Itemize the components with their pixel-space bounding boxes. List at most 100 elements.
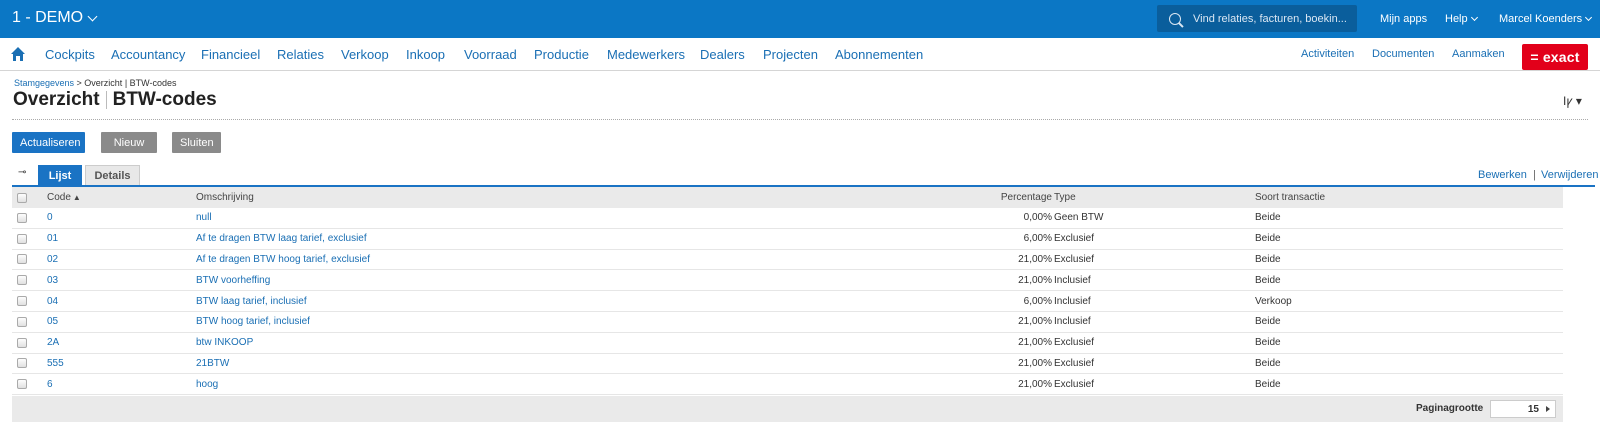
- code-cell[interactable]: 04: [47, 291, 58, 311]
- code-cell[interactable]: 555: [47, 354, 64, 374]
- close-button[interactable]: Sluiten: [172, 132, 221, 153]
- documents-link[interactable]: Documenten: [1372, 48, 1434, 60]
- description-cell[interactable]: BTW hoog tarief, inclusief: [196, 312, 310, 332]
- exact-logo: = exact: [1522, 44, 1588, 70]
- menu-item-medewerkers[interactable]: Medewerkers: [607, 47, 685, 62]
- user-name: Marcel Koenders: [1499, 13, 1583, 25]
- page-size-value: 15: [1527, 403, 1539, 415]
- tab-list[interactable]: Lijst: [38, 165, 82, 186]
- row-checkbox[interactable]: [17, 250, 27, 270]
- transaction-cell: Beide: [1255, 316, 1281, 328]
- description-cell[interactable]: BTW laag tarief, inclusief: [196, 291, 307, 311]
- create-link[interactable]: Aanmaken: [1452, 48, 1505, 60]
- sort-ascending-icon: ▲: [72, 193, 81, 202]
- page-size-selector[interactable]: 15: [1490, 400, 1556, 418]
- title-divider: [105, 91, 107, 109]
- action-separator: |: [1533, 169, 1536, 181]
- row-checkbox[interactable]: [17, 291, 27, 311]
- edit-link[interactable]: Bewerken: [1478, 169, 1527, 181]
- table-row: 02 Af te dragen BTW hoog tarief, exclusi…: [12, 250, 1563, 271]
- menu-item-productie[interactable]: Productie: [534, 47, 589, 62]
- menu-item-accountancy[interactable]: Accountancy: [111, 47, 185, 62]
- transaction-cell: Beide: [1255, 233, 1281, 245]
- breadcrumb-current: > Overzicht | BTW-codes: [74, 78, 177, 88]
- table-row: 0 null 0,00% Geen BTW Beide: [12, 208, 1563, 229]
- menu-item-relaties[interactable]: Relaties: [277, 47, 324, 62]
- description-cell[interactable]: BTW voorheffing: [196, 270, 270, 290]
- description-cell[interactable]: 21BTW: [196, 354, 229, 374]
- table-row: 01 Af te dragen BTW laag tarief, exclusi…: [12, 229, 1563, 250]
- row-checkbox[interactable]: [17, 374, 27, 394]
- header-divider: [12, 119, 1588, 120]
- chevron-down-icon: [1585, 13, 1593, 22]
- table-row: 05 BTW hoog tarief, inclusief 21,00% Inc…: [12, 312, 1563, 333]
- column-header-transaction[interactable]: Soort transactie: [1255, 187, 1325, 208]
- percentage-cell: 21,00%: [1018, 337, 1052, 349]
- code-cell[interactable]: 05: [47, 312, 58, 332]
- menu-item-voorraad[interactable]: Voorraad: [464, 47, 517, 62]
- table-header-row: Code ▲ Omschrijving Percentage Type Soort…: [12, 187, 1563, 208]
- type-cell: Inclusief: [1054, 316, 1091, 328]
- menu-item-financieel[interactable]: Financieel: [201, 47, 260, 62]
- table-row: 04 BTW laag tarief, inclusief 6,00% Incl…: [12, 291, 1563, 312]
- code-cell[interactable]: 2A: [47, 333, 59, 353]
- menu-item-dealers[interactable]: Dealers: [700, 47, 745, 62]
- percentage-cell: 21,00%: [1018, 357, 1052, 369]
- tab-details[interactable]: Details: [85, 165, 140, 186]
- search-icon: [1169, 12, 1181, 25]
- menu-item-projecten[interactable]: Projecten: [763, 47, 818, 62]
- row-checkbox[interactable]: [17, 270, 27, 290]
- code-cell[interactable]: 0: [47, 208, 53, 228]
- description-cell[interactable]: hoog: [196, 374, 218, 394]
- chevron-down-icon: [87, 11, 98, 21]
- percentage-cell: 21,00%: [1018, 253, 1052, 265]
- row-checkbox[interactable]: [17, 229, 27, 249]
- menu-item-cockpits[interactable]: Cockpits: [45, 47, 95, 62]
- description-cell[interactable]: Af te dragen BTW laag tarief, exclusief: [196, 229, 367, 249]
- company-name: 1 - DEMO: [12, 9, 84, 26]
- menu-item-inkoop[interactable]: Inkoop: [406, 47, 445, 62]
- code-header-label: Code: [47, 192, 71, 203]
- breadcrumb-link[interactable]: Stamgegevens: [14, 78, 74, 88]
- sort-tools-icon[interactable]: Iꝩ ▾: [1563, 92, 1582, 109]
- menu-item-abonnementen[interactable]: Abonnementen: [835, 47, 923, 62]
- my-apps-label: Mijn apps: [1380, 13, 1428, 25]
- row-checkbox[interactable]: [17, 208, 27, 228]
- column-header-code[interactable]: Code ▲: [47, 187, 81, 208]
- activities-link[interactable]: Activiteiten: [1301, 48, 1354, 60]
- code-cell[interactable]: 03: [47, 270, 58, 290]
- refresh-button[interactable]: Actualiseren: [12, 132, 85, 153]
- select-all-checkbox[interactable]: [17, 187, 27, 208]
- code-cell[interactable]: 6: [47, 374, 53, 394]
- row-checkbox[interactable]: [17, 333, 27, 353]
- transaction-cell: Beide: [1255, 212, 1281, 224]
- company-selector[interactable]: 1 - DEMO: [12, 9, 98, 27]
- table-row: 555 21BTW 21,00% Exclusief Beide: [12, 354, 1563, 375]
- transaction-cell: Verkoop: [1255, 295, 1292, 307]
- home-icon[interactable]: [10, 46, 26, 62]
- help-menu[interactable]: Help: [1445, 13, 1478, 25]
- search-input[interactable]: [1193, 12, 1353, 25]
- description-cell[interactable]: null: [196, 208, 212, 228]
- column-header-type[interactable]: Type: [1054, 187, 1076, 208]
- description-cell[interactable]: btw INKOOP: [196, 333, 253, 353]
- column-header-description[interactable]: Omschrijving: [196, 187, 254, 208]
- type-cell: Geen BTW: [1054, 212, 1104, 224]
- transaction-cell: Beide: [1255, 378, 1281, 390]
- search-box[interactable]: [1157, 5, 1357, 32]
- user-menu[interactable]: Marcel Koenders: [1499, 13, 1593, 25]
- code-cell[interactable]: 02: [47, 250, 58, 270]
- column-header-percentage[interactable]: Percentage: [992, 187, 1052, 208]
- row-checkbox[interactable]: [17, 354, 27, 374]
- delete-link[interactable]: Verwijderen: [1541, 169, 1598, 181]
- my-apps-link[interactable]: Mijn apps: [1380, 13, 1427, 25]
- new-button[interactable]: Nieuw: [101, 132, 157, 153]
- description-cell[interactable]: Af te dragen BTW hoog tarief, exclusief: [196, 250, 370, 270]
- menu-item-verkoop[interactable]: Verkoop: [341, 47, 389, 62]
- help-label: Help: [1445, 13, 1468, 25]
- pin-icon[interactable]: ⊸: [18, 167, 26, 178]
- row-checkbox[interactable]: [17, 312, 27, 332]
- code-cell[interactable]: 01: [47, 229, 58, 249]
- vat-codes-table: Code ▲ Omschrijving Percentage Type Soort…: [12, 187, 1563, 396]
- percentage-cell: 0,00%: [1023, 212, 1052, 224]
